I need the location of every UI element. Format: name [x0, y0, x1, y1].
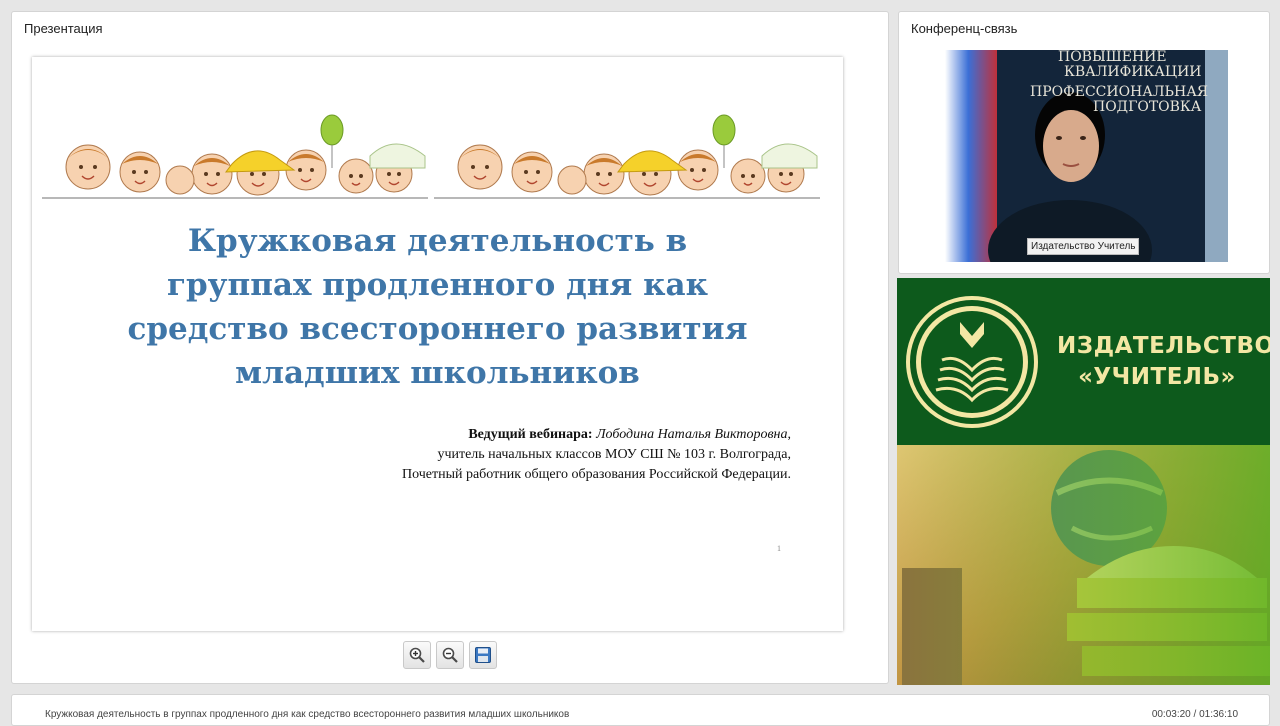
zoom-in-button[interactable]	[403, 641, 431, 669]
publisher-name-line1: ИЗДАТЕЛЬСТВО	[1057, 333, 1270, 359]
zoom-out-icon	[442, 647, 458, 663]
presenter-label: Ведущий вебинара:	[468, 427, 593, 442]
slide-title: Кружковая деятельность в группах продлен…	[32, 219, 843, 395]
playback-time: 00:03:20 / 01:36:10	[1151, 709, 1238, 720]
slide-title-line: Кружковая деятельность в	[187, 223, 688, 259]
footer-bar: Кружковая деятельность в группах продлен…	[11, 694, 1270, 726]
video-feed[interactable]: ПОВЫШЕНИЕ КВАЛИФИКАЦИИ ПРОФЕССИОНАЛЬНАЯ …	[945, 50, 1228, 262]
save-button[interactable]	[469, 641, 497, 669]
presentation-slide: Кружковая деятельность в группах продлен…	[32, 57, 843, 631]
conference-panel-title: Конференц-связь	[911, 21, 1018, 36]
slide-title-line: группах продленного дня как	[167, 267, 708, 303]
save-icon	[475, 647, 491, 663]
presenter-name: Лободина Наталья Викторовна	[596, 427, 788, 442]
participant-name-label: Издательство Учитель	[1027, 238, 1140, 255]
publisher-banner: ИЗДАТЕЛЬСТВО «УЧИТЕЛЬ»	[897, 278, 1270, 685]
slide-page-number: 1	[777, 544, 781, 553]
presentation-panel: Презентация Кружковая деятельность в гру…	[11, 11, 889, 684]
presenter-info: Ведущий вебинара: Лободина Наталья Викто…	[402, 425, 791, 485]
kids-illustration-left	[42, 114, 428, 199]
conference-panel: Конференц-связь ПОВЫШЕНИЕ КВАЛИФИКАЦИИ П…	[898, 11, 1270, 274]
zoom-out-button[interactable]	[436, 641, 464, 669]
video-backdrop-text: ПОВЫШЕНИЕ КВАЛИФИКАЦИИ ПРОФЕССИОНАЛЬНАЯ …	[1030, 50, 1209, 115]
publisher-logo-icon	[906, 296, 1038, 428]
presentation-panel-title: Презентация	[24, 21, 103, 36]
publisher-name-line2: «УЧИТЕЛЬ»	[1078, 364, 1236, 390]
presenter-position: учитель начальных классов МОУ СШ № 103 г…	[437, 447, 791, 462]
zoom-in-icon	[409, 647, 425, 663]
slide-title-line: средство всестороннего развития	[127, 311, 748, 347]
webinar-title: Кружковая деятельность в группах продлен…	[45, 709, 570, 720]
presenter-title: Почетный работник общего образования Рос…	[401, 467, 791, 482]
kids-illustration-right	[434, 114, 820, 199]
slide-title-line: младших школьников	[235, 355, 640, 391]
